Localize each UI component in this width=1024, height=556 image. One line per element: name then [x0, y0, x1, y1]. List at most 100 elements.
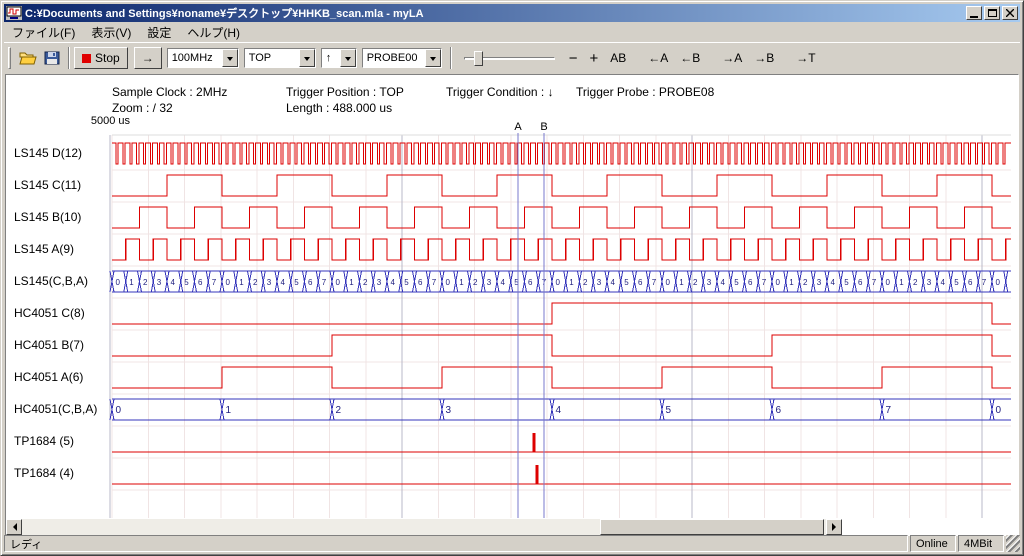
toolbar-separator: [68, 47, 70, 69]
svg-text:2: 2: [913, 278, 918, 287]
run-button[interactable]: →: [134, 47, 162, 69]
scroll-right-button[interactable]: [826, 519, 842, 535]
trigger-probe-dropdown-button[interactable]: [425, 49, 441, 67]
svg-text:2: 2: [583, 278, 588, 287]
chevron-down-icon: [227, 57, 233, 64]
scroll-left-icon: [9, 523, 17, 531]
channel-label[interactable]: LS145 B(10): [14, 210, 81, 224]
svg-text:7: 7: [886, 405, 892, 416]
waveform-channel: [112, 465, 1011, 484]
svg-text:1: 1: [239, 278, 244, 287]
stop-icon: [82, 54, 91, 63]
svg-text:6: 6: [776, 405, 782, 416]
goto-cursor-a-button[interactable]: ←A: [642, 47, 674, 69]
trigger-position-select[interactable]: TOP: [244, 48, 316, 68]
waveform-channel: [112, 433, 1011, 452]
floppy-icon: [44, 51, 60, 65]
channel-label[interactable]: TP1684 (4): [14, 466, 74, 480]
sample-rate-dropdown-button[interactable]: [222, 49, 238, 67]
svg-text:7: 7: [322, 278, 327, 287]
waveform-channel: [112, 143, 1011, 164]
zoom-in-icon: +: [589, 50, 598, 67]
svg-text:3: 3: [597, 278, 602, 287]
zoom-out-button[interactable]: −: [563, 47, 584, 69]
svg-text:1: 1: [569, 278, 574, 287]
svg-text:6: 6: [198, 278, 203, 287]
toolbar-separator: [450, 47, 452, 69]
chevron-down-icon: [304, 57, 310, 64]
minimize-button[interactable]: [966, 6, 982, 20]
close-button[interactable]: [1002, 6, 1018, 20]
menubar: ファイル(F) 表示(V) 設定 ヘルプ(H): [4, 23, 1020, 42]
channel-label[interactable]: HC4051(C,B,A): [14, 402, 97, 416]
svg-text:5: 5: [954, 278, 959, 287]
svg-text:6: 6: [528, 278, 533, 287]
goto-trigger-button[interactable]: →T: [790, 47, 821, 69]
channel-label[interactable]: LS145(C,B,A): [14, 274, 88, 288]
toolbar-grip[interactable]: [8, 47, 11, 69]
channel-label[interactable]: LS145 C(11): [14, 178, 81, 192]
svg-text:5: 5: [624, 278, 629, 287]
svg-text:1: 1: [226, 405, 232, 416]
svg-text:3: 3: [927, 278, 932, 287]
svg-text:4: 4: [831, 278, 836, 287]
menu-file[interactable]: ファイル(F): [4, 22, 83, 43]
menu-help[interactable]: ヘルプ(H): [179, 22, 248, 43]
svg-text:0: 0: [336, 278, 341, 287]
menu-view[interactable]: 表示(V): [83, 22, 139, 43]
scroll-thumb[interactable]: [600, 519, 824, 535]
svg-text:7: 7: [652, 278, 657, 287]
svg-text:3: 3: [157, 278, 162, 287]
waveform-channel: [112, 335, 1011, 356]
svg-text:6: 6: [308, 278, 313, 287]
status-memory: 4MBit: [958, 535, 1004, 552]
trigger-probe-value: PROBE00: [363, 52, 425, 64]
svg-text:6: 6: [638, 278, 643, 287]
svg-text:5: 5: [404, 278, 409, 287]
maximize-button[interactable]: [984, 6, 1000, 20]
scroll-right-icon: [832, 523, 840, 531]
move-cursor-a-button[interactable]: →A: [716, 47, 748, 69]
status-ready: レディ: [4, 535, 908, 552]
waveform-channel: [112, 175, 1011, 196]
zoom-slider-thumb[interactable]: [474, 51, 483, 66]
scroll-left-button[interactable]: [6, 519, 22, 535]
stop-button[interactable]: Stop: [74, 47, 128, 69]
waveform-plot[interactable]: 0123456701234567012345670123456701234567…: [6, 75, 1019, 536]
sample-rate-select[interactable]: 100MHz: [167, 48, 239, 68]
channel-label[interactable]: LS145 D(12): [14, 146, 82, 160]
svg-text:0: 0: [996, 405, 1002, 416]
open-button[interactable]: [16, 47, 40, 69]
svg-text:3: 3: [707, 278, 712, 287]
status-online: Online: [910, 535, 956, 552]
channel-label[interactable]: TP1684 (5): [14, 434, 74, 448]
channel-label[interactable]: HC4051 A(6): [14, 370, 83, 384]
svg-text:7: 7: [762, 278, 767, 287]
app-icon: [6, 6, 22, 20]
right-arrow-b-icon: →B: [754, 51, 774, 65]
app-window: C:¥Documents and Settings¥noname¥デスクトップ¥…: [0, 0, 1024, 556]
save-button[interactable]: [40, 47, 64, 69]
channel-label[interactable]: HC4051 B(7): [14, 338, 84, 352]
left-arrow-b-icon: ←B: [680, 51, 700, 65]
trigger-position-dropdown-button[interactable]: [299, 49, 315, 67]
svg-text:7: 7: [432, 278, 437, 287]
svg-text:7: 7: [212, 278, 217, 287]
waveform-panel[interactable]: Sample Clock : 2MHz Trigger Position : T…: [5, 74, 1019, 536]
right-arrow-a-icon: →A: [722, 51, 742, 65]
menu-settings[interactable]: 設定: [139, 22, 179, 43]
svg-text:2: 2: [363, 278, 368, 287]
channel-label[interactable]: LS145 A(9): [14, 242, 74, 256]
ab-range-button[interactable]: AB: [604, 47, 632, 69]
horizontal-scrollbar[interactable]: [6, 519, 842, 535]
zoom-in-button[interactable]: +: [583, 47, 604, 69]
trigger-edge-dropdown-button[interactable]: [340, 49, 356, 67]
trigger-probe-select[interactable]: PROBE00: [362, 48, 442, 68]
goto-cursor-b-button[interactable]: ←B: [674, 47, 706, 69]
trigger-edge-select[interactable]: ↑: [321, 48, 357, 68]
resize-grip[interactable]: [1006, 535, 1020, 552]
channel-label[interactable]: HC4051 C(8): [14, 306, 85, 320]
zoom-slider[interactable]: [462, 48, 557, 68]
svg-text:2: 2: [473, 278, 478, 287]
move-cursor-b-button[interactable]: →B: [748, 47, 780, 69]
